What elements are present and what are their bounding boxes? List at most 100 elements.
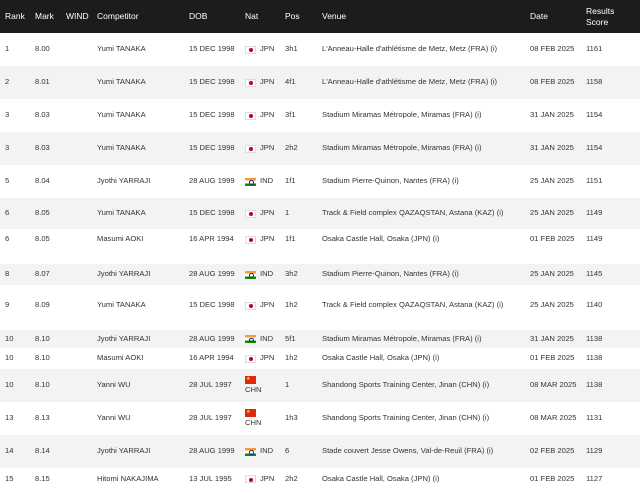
rank-cell: 3 bbox=[5, 143, 10, 153]
nat-code: JPN bbox=[260, 77, 275, 87]
rank-cell: 2 bbox=[5, 77, 10, 87]
dob-cell: 15 DEC 1998 bbox=[189, 143, 235, 153]
nat-code: JPN bbox=[260, 44, 275, 54]
mark-cell: 8.05 bbox=[35, 208, 50, 218]
rank-cell: 10 bbox=[5, 380, 14, 390]
header-venue[interactable]: Venue bbox=[322, 0, 346, 33]
competitor-link[interactable]: Yumi TANAKA bbox=[97, 99, 146, 132]
venue-cell: Stadium Miramas Métropole, Miramas (FRA)… bbox=[322, 110, 482, 120]
nat-cell: JPN bbox=[245, 296, 274, 315]
venue-cell: Track & Field complex QAZAQSTAN, Astana … bbox=[322, 300, 504, 310]
pos-cell: 2h2 bbox=[285, 143, 298, 153]
competitor-link[interactable]: Yanni WU bbox=[97, 402, 131, 435]
dob-cell: 28 AUG 1999 bbox=[189, 333, 235, 343]
header-pos[interactable]: Pos bbox=[285, 0, 300, 33]
pos-cell: 3h1 bbox=[285, 44, 298, 54]
nat-code: JPN bbox=[260, 300, 275, 310]
table-row: 6 8.05 Masumi AOKI 16 APR 1994 JPN 1f1 Osaka C… bbox=[0, 229, 640, 250]
nat-cell: JPN bbox=[245, 66, 274, 99]
pos-cell: 1 bbox=[285, 380, 290, 390]
chn-flag-icon bbox=[245, 407, 256, 418]
score-cell: 1140 bbox=[586, 300, 603, 310]
competitor-link[interactable]: Jyothi YARRAJI bbox=[97, 165, 150, 198]
mark-cell: 8.03 bbox=[35, 143, 50, 153]
header-nat[interactable]: Nat bbox=[245, 0, 258, 33]
header-rank[interactable]: Rank bbox=[5, 0, 25, 33]
nat-box: JPN bbox=[245, 353, 274, 364]
pos-cell: 3f1 bbox=[285, 110, 296, 120]
header-competitor[interactable]: Competitor bbox=[97, 0, 139, 33]
nat-cell: CHN bbox=[245, 402, 261, 435]
competitor-link[interactable]: Yumi TANAKA bbox=[97, 66, 146, 99]
score-cell: 1138 bbox=[586, 333, 603, 343]
table-row: 1 8.00 Yumi TANAKA 15 DEC 1998 JPN 3h1 L'Annea… bbox=[0, 33, 640, 66]
nat-box: CHN bbox=[245, 407, 262, 429]
venue-cell: Osaka Castle Hall, Osaka (JPN) (i) bbox=[322, 473, 440, 483]
nat-box: IND bbox=[245, 334, 273, 345]
rank-cell: 6 bbox=[5, 234, 10, 244]
competitor-link[interactable]: Jyothi YARRAJI bbox=[97, 264, 150, 285]
nat-code: CHN bbox=[245, 384, 262, 394]
nat-box: JPN bbox=[245, 300, 274, 311]
jpn-flag-icon bbox=[245, 475, 256, 483]
dob-cell: 16 APR 1994 bbox=[189, 234, 234, 244]
nat-code: JPN bbox=[260, 208, 275, 218]
table-row: 3 8.03 Yumi TANAKA 15 DEC 1998 JPN 3f1 Stadium… bbox=[0, 99, 640, 132]
nat-code: JPN bbox=[260, 353, 275, 363]
score-cell: 1161 bbox=[586, 44, 603, 54]
table-header: Rank Mark WIND Competitor DOB Nat Pos Ve… bbox=[0, 0, 640, 33]
score-cell: 1154 bbox=[586, 143, 603, 153]
rank-cell: 14 bbox=[5, 446, 14, 456]
header-date[interactable]: Date bbox=[530, 0, 548, 33]
dob-cell: 15 DEC 1998 bbox=[189, 208, 235, 218]
header-mark[interactable]: Mark bbox=[35, 0, 54, 33]
venue-cell: Stadium Miramas Métropole, Miramas (FRA)… bbox=[322, 143, 482, 153]
nat-code: JPN bbox=[260, 143, 275, 153]
mark-cell: 8.01 bbox=[35, 77, 50, 87]
pos-cell: 1f1 bbox=[285, 176, 296, 186]
table-row: 15 8.15 Hitomi NAKAJIMA 13 JUL 1995 JPN 2h2 Os… bbox=[0, 468, 640, 490]
competitor-link[interactable]: Yumi TANAKA bbox=[97, 296, 146, 315]
table-row: 10 8.10 Jyothi YARRAJI 28 AUG 1999 IND 5f1 Sta… bbox=[0, 330, 640, 348]
nat-code: IND bbox=[260, 176, 274, 186]
competitor-link[interactable]: Yumi TANAKA bbox=[97, 33, 146, 66]
competitor-link[interactable]: Masumi AOKI bbox=[97, 229, 143, 250]
mark-cell: 8.14 bbox=[35, 446, 50, 456]
date-cell: 31 JAN 2025 bbox=[530, 110, 574, 120]
competitor-link[interactable]: Jyothi YARRAJI bbox=[97, 330, 150, 348]
mark-cell: 8.09 bbox=[35, 300, 50, 310]
score-cell: 1138 bbox=[586, 353, 603, 363]
date-cell: 25 JAN 2025 bbox=[530, 300, 574, 310]
table-row: 8 8.07 Jyothi YARRAJI 28 AUG 1999 IND 3h2 Stad… bbox=[0, 264, 640, 285]
chn-flag-icon bbox=[245, 374, 256, 385]
nat-cell: CHN bbox=[245, 369, 261, 402]
jpn-flag-icon bbox=[245, 235, 256, 244]
rank-cell: 5 bbox=[5, 176, 10, 186]
table-row: 2 8.01 Yumi TANAKA 15 DEC 1998 JPN 4f1 L'Annea… bbox=[0, 66, 640, 99]
nat-box: JPN bbox=[245, 143, 274, 154]
competitor-link[interactable]: Yumi TANAKA bbox=[97, 198, 146, 229]
header-dob[interactable]: DOB bbox=[189, 0, 207, 33]
nat-box: JPN bbox=[245, 234, 274, 245]
date-cell: 31 JAN 2025 bbox=[530, 143, 574, 153]
competitor-link[interactable]: Jyothi YARRAJI bbox=[97, 435, 150, 468]
nat-cell: JPN bbox=[245, 468, 274, 490]
nat-box: IND bbox=[245, 269, 273, 280]
date-cell: 01 FEB 2025 bbox=[530, 473, 575, 483]
venue-cell: Stadium Pierre-Quinon, Nantes (FRA) (i) bbox=[322, 269, 459, 279]
header-wind[interactable]: WIND bbox=[66, 0, 89, 33]
header-results-score[interactable]: Results Score bbox=[586, 0, 614, 33]
nat-box: IND bbox=[245, 176, 273, 187]
competitor-link[interactable]: Hitomi NAKAJIMA bbox=[97, 468, 159, 490]
nat-cell: IND bbox=[245, 264, 273, 285]
rank-cell: 8 bbox=[5, 269, 10, 279]
dob-cell: 28 JUL 1997 bbox=[189, 380, 232, 390]
mark-cell: 8.05 bbox=[35, 234, 50, 244]
pos-cell: 2h2 bbox=[285, 473, 298, 483]
competitor-link[interactable]: Yumi TANAKA bbox=[97, 132, 146, 165]
score-cell: 1154 bbox=[586, 110, 603, 120]
pos-cell: 1h3 bbox=[285, 413, 298, 423]
competitor-link[interactable]: Yanni WU bbox=[97, 369, 131, 402]
competitor-link[interactable]: Masumi AOKI bbox=[97, 348, 143, 369]
nat-code: CHN bbox=[245, 417, 262, 427]
